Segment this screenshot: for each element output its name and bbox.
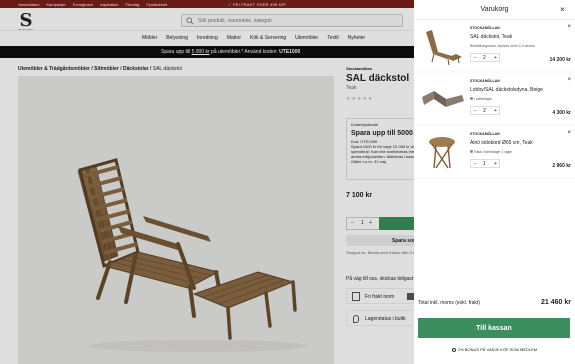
remove-item-icon[interactable]: × xyxy=(567,24,571,30)
qty-increase-button[interactable]: + xyxy=(494,108,497,114)
cart-item-brand: STOCKAMÖLLAN xyxy=(470,132,500,136)
qty-decrease-button[interactable]: − xyxy=(474,55,477,61)
modal-overlay[interactable] xyxy=(0,0,414,364)
cart-item: STOCKAMÖLLAN Alnö sidobord Ø65 cm, Teak … xyxy=(414,126,575,177)
total-value: 21 460 kr xyxy=(541,299,571,306)
checkout-button[interactable]: Till kassan xyxy=(418,318,570,338)
cart-item-name[interactable]: Lobby/SAL däckstolsdyna, Beige xyxy=(470,87,543,93)
cart-drawer: Varukorg × STOCKAMÖLLAN SAL däckstol, Te… xyxy=(414,0,575,364)
close-icon[interactable]: × xyxy=(560,5,565,14)
bonus-icon xyxy=(451,347,456,352)
cart-item-status-text: Fåtal i webblager 1 lager xyxy=(474,150,513,154)
remove-item-icon[interactable]: × xyxy=(567,77,571,83)
remove-item-icon[interactable]: × xyxy=(567,130,571,136)
total-label: Total inkl. moms (exkl. frakt) xyxy=(418,300,480,306)
stock-dot-icon xyxy=(470,97,473,100)
qty-decrease-button[interactable]: − xyxy=(474,161,477,167)
cart-item-name[interactable]: SAL däckstol, Teak xyxy=(470,34,512,40)
cart-item-price: 14 200 kr xyxy=(549,57,571,63)
cart-item-price: 4 300 kr xyxy=(552,110,571,116)
cart-item-qty[interactable]: 2 xyxy=(483,108,486,114)
quantity-stepper: − 1 + xyxy=(470,159,500,168)
quantity-stepper: − 2 + xyxy=(470,53,500,62)
cart-item-price: 2 960 kr xyxy=(552,163,571,169)
qty-increase-button[interactable]: + xyxy=(494,55,497,61)
cart-header: Varukorg × xyxy=(414,0,575,20)
deck-chair-thumbnail[interactable] xyxy=(418,24,466,68)
stock-dot-icon xyxy=(470,150,473,153)
cart-item-status: Fåtal i webblager 1 lager xyxy=(470,150,512,154)
cart-item-name[interactable]: Alnö sidobord Ø65 cm, Teak xyxy=(470,140,533,146)
qty-decrease-button[interactable]: − xyxy=(474,108,477,114)
cart-item-status: Beställningsvara, skickas inom 2-3 vecko… xyxy=(470,44,535,48)
cart-item-status: I webblager xyxy=(470,97,492,101)
side-table-thumbnail[interactable] xyxy=(418,130,466,174)
cart-items: STOCKAMÖLLAN SAL däckstol, Teak Beställn… xyxy=(414,20,575,179)
cushion-thumbnail[interactable] xyxy=(418,77,466,121)
cart-item: STOCKAMÖLLAN Lobby/SAL däckstolsdyna, Be… xyxy=(414,73,575,124)
cart-item-qty[interactable]: 2 xyxy=(483,55,486,61)
cart-item-qty[interactable]: 1 xyxy=(483,161,486,167)
cart-item-brand: STOCKAMÖLLAN xyxy=(470,26,500,30)
bonus-text: 2% BONUS PÅ VARJE KÖP SOM MEDLEM xyxy=(457,347,538,352)
cart-item-brand: STOCKAMÖLLAN xyxy=(470,79,500,83)
qty-increase-button[interactable]: + xyxy=(494,161,497,167)
member-bonus: 2% BONUS PÅ VARJE KÖP SOM MEDLEM xyxy=(414,347,575,352)
cart-item-status-text: I webblager xyxy=(474,97,493,101)
cart-item: STOCKAMÖLLAN SAL däckstol, Teak Beställn… xyxy=(414,20,575,71)
cart-item-status-text: Beställningsvara, skickas inom 2-3 vecko… xyxy=(470,44,535,48)
cart-title: Varukorg xyxy=(480,6,509,13)
quantity-stepper: − 2 + xyxy=(470,106,500,115)
cart-totals: Total inkl. moms (exkl. frakt) 21 460 kr xyxy=(414,298,575,312)
